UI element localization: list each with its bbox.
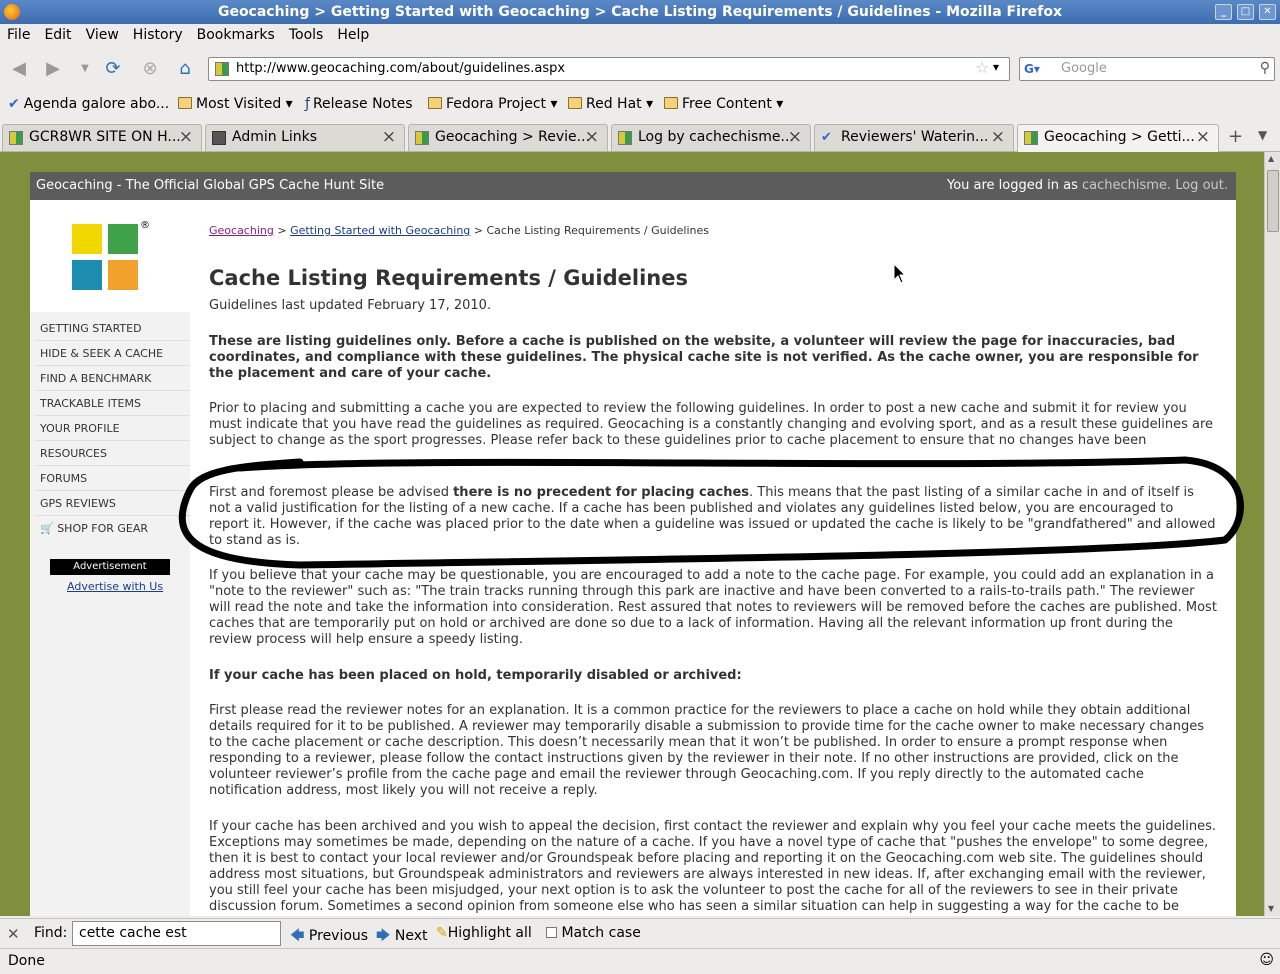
status-text: Done bbox=[8, 953, 45, 969]
highlighter-icon: ✎ bbox=[436, 925, 448, 941]
scroll-up-icon[interactable]: ▲ bbox=[1268, 154, 1274, 163]
find-label: Find: bbox=[34, 925, 68, 941]
scroll-down-icon[interactable]: ▼ bbox=[1268, 904, 1274, 913]
highlight-all-button[interactable]: ✎Highlight all bbox=[436, 925, 532, 941]
find-next-label: Next bbox=[394, 928, 428, 944]
highlight-all-label: Highlight all bbox=[447, 925, 532, 941]
checkbox-box[interactable] bbox=[546, 927, 557, 938]
mouse-cursor-icon bbox=[893, 263, 907, 284]
scrollbar-thumb[interactable] bbox=[1267, 170, 1279, 232]
hand-drawn-circle-annotation bbox=[178, 456, 1244, 569]
vertical-scrollbar[interactable]: ▲ ▼ bbox=[1264, 152, 1280, 916]
match-case-checkbox[interactable]: Match case bbox=[546, 925, 641, 941]
find-bar: ✕ Find: cette cache est 🡄 Previous 🡆 Nex… bbox=[0, 918, 1280, 948]
close-find-icon[interactable]: ✕ bbox=[7, 925, 20, 943]
find-input[interactable]: cette cache est bbox=[72, 921, 281, 946]
match-case-label: Match case bbox=[561, 925, 641, 941]
arrow-left-icon: 🡄 bbox=[290, 928, 305, 944]
find-next-button[interactable]: 🡆 Next bbox=[376, 925, 428, 949]
arrow-right-icon: 🡆 bbox=[376, 928, 391, 944]
find-previous-label: Previous bbox=[308, 928, 369, 944]
find-previous-button[interactable]: 🡄 Previous bbox=[290, 925, 368, 949]
status-bar: Done ☺ bbox=[0, 948, 1280, 974]
smiley-addon-icon[interactable]: ☺ bbox=[1259, 952, 1274, 968]
